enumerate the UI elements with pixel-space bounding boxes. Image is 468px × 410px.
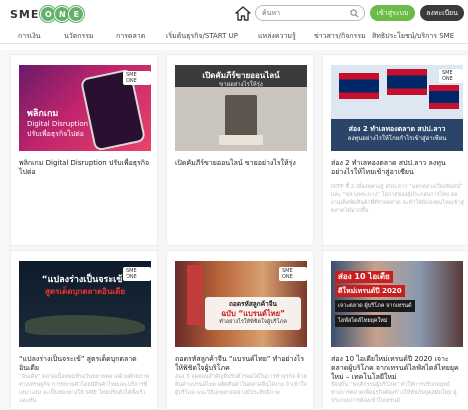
- thumbnail-caption-line: ส่อง 2 ทำเลทองตลาด สปป.ลาว: [348, 125, 446, 133]
- register-button[interactable]: ลงทะเบียน: [420, 5, 464, 21]
- article-thumbnail[interactable]: SME ONE ถอดรหัสลูกค้าจีน ฉบับ “แบรนด์ไทย…: [175, 261, 307, 347]
- laos-flag-illustration: [429, 85, 459, 109]
- article-thumbnail[interactable]: เปิดคัมภีร์ขายออนไลน์ ขายอย่างไรให้รุ่ง: [175, 65, 307, 151]
- nav-item-marketing[interactable]: การตลาด: [116, 31, 145, 42]
- article-card[interactable]: SME ONE ถอดรหัสลูกค้าจีน ฉบับ “แบรนด์ไทย…: [166, 250, 314, 410]
- nav-item-innovation[interactable]: นวัตกรรม: [64, 31, 94, 42]
- thumbnail-caption-line: เจาะตลาด ผู้บริโภค จากเทรนด์: [335, 300, 415, 312]
- laos-flag-illustration: [387, 69, 427, 95]
- article-card[interactable]: ส่อง 10 ไอเดีย ดีใหม่เทรนด์ปี 2020 เจาะต…: [322, 250, 468, 410]
- logo-text: SME: [10, 7, 40, 21]
- thumbnail-caption-line: ลงทุนอย่างไรให้โกยกำไรเข้าสู่อาเซียน: [347, 135, 447, 142]
- article-card[interactable]: SME ONE พลิกเกม Digital Disruption ปรับเ…: [10, 54, 158, 246]
- search-input[interactable]: [262, 7, 350, 19]
- sme-one-badge: SME ONE: [123, 71, 151, 85]
- sme-one-badge: SME ONE: [439, 69, 463, 83]
- thumbnail-caption-line: พลิกเกม: [27, 109, 59, 119]
- crocodile-illustration: [25, 315, 145, 335]
- thumbnail-caption-line: ฉบับ “แบรนด์ไทย”: [221, 309, 285, 318]
- article-excerpt: ปัจจุบัน “พฤติกรรมผู้บริโภค” ทำให้การปรั…: [331, 382, 457, 404]
- article-title[interactable]: ส่อง 2 ทำเลทองตลาด สปป.ลาว ลงทุนอย่างไรใ…: [331, 159, 465, 177]
- article-excerpt: DITP ชี้ 2 เมืองหลวงสู่ สปป.ลาว “นครหลวง…: [331, 184, 464, 214]
- article-title[interactable]: เปิดคัมภีร์ขายออนไลน์ ขายอย่างไรให้รุ่ง: [175, 159, 309, 168]
- login-button[interactable]: เข้าสู่ระบบ: [370, 5, 415, 21]
- thumbnail-caption-line: “แปลงร่างเป็นจระเข้”: [41, 275, 129, 285]
- article-thumbnail[interactable]: SME ONE ส่อง 2 ทำเลทองตลาด สปป.ลาว ลงทุน…: [331, 65, 463, 151]
- article-thumbnail[interactable]: SME ONE พลิกเกม Digital Disruption ปรับเ…: [19, 65, 151, 151]
- nav-item-startup[interactable]: เริ่มต้นธุรกิจ/START UP: [166, 31, 238, 42]
- thumbnail-caption-line: ถอดรหัสลูกค้าจีน: [229, 300, 277, 308]
- clothing-rack-illustration: [187, 265, 203, 325]
- thumbnail-caption-line: ส่อง 10 ไอเดีย: [335, 271, 393, 283]
- thumbnail-caption-line: ขายอย่างไรให้รุ่ง: [219, 81, 263, 88]
- article-title[interactable]: “แปลงร่างเป็นจระเข้” สูตรเด็ดบุกตลาดอินเ…: [19, 355, 153, 373]
- thumbnail-caption-line: สูตรเด็ดบุกตลาดอินเดีย: [44, 287, 126, 296]
- search-icon[interactable]: [350, 9, 359, 18]
- thumbnail-caption-line: ดีใหม่เทรนด์ปี 2020: [335, 285, 405, 297]
- top-bar: SME O N E เข้าสู่ระบบ ลงทะเบียน: [0, 0, 468, 28]
- sme-one-badge: SME ONE: [279, 267, 307, 281]
- sme-one-logo[interactable]: SME O N E: [10, 4, 85, 24]
- article-excerpt: ส่อง 3 จุดอ่อนสำคัญที่ปรับตัวรอดได้ในการ…: [175, 374, 307, 396]
- logo-letter-e: E: [68, 6, 85, 22]
- thumbnail-caption-line: ปรับเพื่อธุรกิจไปต่อ: [27, 130, 84, 138]
- main-navigation: การเงิน นวัตกรรม การตลาด เริ่มต้นธุรกิจ/…: [0, 30, 468, 44]
- book-pages-illustration: [219, 135, 263, 145]
- article-title[interactable]: ถอดรหัสลูกค้าจีน “แบรนด์ไทย” ทำอย่างไรให…: [175, 355, 309, 373]
- thumbnail-caption-line: Digital Disruption: [27, 120, 89, 128]
- nav-item-news[interactable]: ข่าวสาร/กิจกรรม: [314, 31, 366, 42]
- laos-flag-illustration: [339, 73, 379, 99]
- article-title[interactable]: ส่อง 10 ไอเดียใหม่เทรนด์ปี 2020 เจาะตลาด…: [331, 355, 465, 382]
- search-field[interactable]: [255, 5, 365, 21]
- thumbnail-caption-line: ทำอย่างไรให้พิชิตใจผู้บริโภค: [219, 319, 287, 325]
- nav-item-sme-services[interactable]: สิทธิประโยชน์/บริการ SME: [372, 31, 454, 42]
- article-card[interactable]: เปิดคัมภีร์ขายออนไลน์ ขายอย่างไรให้รุ่ง …: [166, 54, 314, 246]
- article-card[interactable]: SME ONE ส่อง 2 ทำเลทองตลาด สปป.ลาว ลงทุน…: [322, 54, 468, 246]
- article-card[interactable]: SME ONE “แปลงร่างเป็นจระเข้” สูตรเด็ดบุก…: [10, 250, 158, 410]
- article-thumbnail[interactable]: SME ONE “แปลงร่างเป็นจระเข้” สูตรเด็ดบุก…: [19, 261, 151, 347]
- home-icon[interactable]: [235, 6, 251, 21]
- article-thumbnail[interactable]: ส่อง 10 ไอเดีย ดีใหม่เทรนด์ปี 2020 เจาะต…: [331, 261, 463, 347]
- nav-item-knowledge[interactable]: แหล่งความรู้: [258, 31, 296, 42]
- article-excerpt: “อินเดีย” ตลาดเนื้อหอมที่รอวันขยายตลาดด้…: [19, 374, 150, 404]
- nav-item-finance[interactable]: การเงิน: [18, 31, 41, 42]
- thumbnail-caption-line: ไลฟ์สไตล์ไทยยุคใหม่: [335, 315, 391, 327]
- article-title[interactable]: พลิกเกม Digital Disruption ปรับเพื่อธุรก…: [19, 159, 153, 177]
